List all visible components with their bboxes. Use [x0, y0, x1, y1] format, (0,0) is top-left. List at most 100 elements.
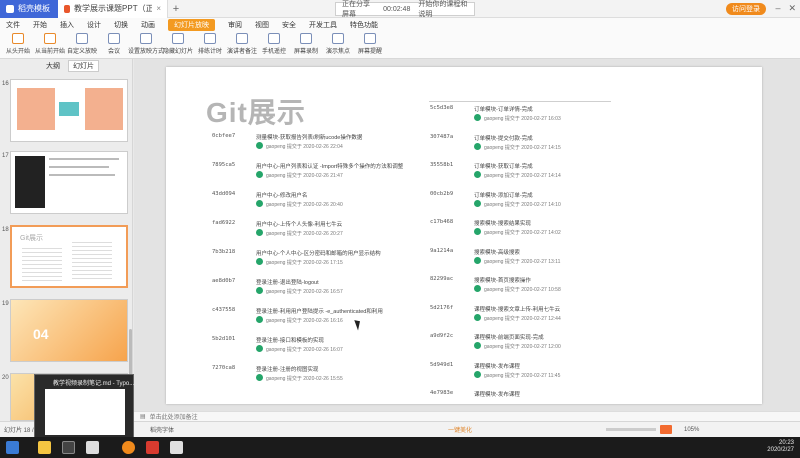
- slide-number: 17: [2, 153, 9, 159]
- commit-item: a9d9f2c 课程模块-前端页面实现-完成 gaopeng 提交于 2020-02…: [430, 331, 630, 361]
- tab-outline[interactable]: 大纲: [46, 61, 60, 71]
- commit-meta: gaopeng 提交于 2020-02-27 12:44: [484, 315, 561, 322]
- commit-hash: 0cbfee7: [212, 133, 236, 139]
- menu-item[interactable]: 切换: [114, 20, 128, 30]
- ribbon-button[interactable]: 排练计时: [194, 31, 226, 55]
- commit-item: 5d949d1 课程模块-发布课程 gaopeng 提交于 2020-02-27 1…: [430, 360, 630, 390]
- menu-item[interactable]: 文件: [6, 20, 20, 30]
- commit-item: 43dd094 用户中心-修改用户名 gaopeng 提交于 2020-02-26 …: [212, 189, 412, 219]
- commit-item: 82299ac 搜索模块-首页搜索操作 gaopeng 提交于 2020-02-27…: [430, 274, 630, 304]
- tab-document-label: 教学展示课题PPT（正文稿）: [74, 4, 153, 13]
- meeting-time: 00:02:48: [383, 5, 411, 13]
- ribbon-button[interactable]: 演示焦点: [322, 31, 354, 55]
- close-tab-icon[interactable]: ×: [156, 4, 161, 13]
- menu-item[interactable]: 开始: [33, 20, 47, 30]
- browser-icon[interactable]: [122, 441, 135, 454]
- menu-item[interactable]: 特色功能: [350, 20, 378, 30]
- commit-item: 00cb2b9 订单模块-添加订单-完成 gaopeng 提交于 2020-02-2…: [430, 189, 630, 219]
- current-slide[interactable]: Git展示 0cbfee7 测量模块-获取报告列表/刷新ucode操作数据 gaop…: [166, 67, 762, 404]
- ribbon-icon: [268, 33, 280, 44]
- commit-item: 5b2d101 登录注册-接口和模板的实现 gaopeng 提交于 2020-02-…: [212, 334, 412, 364]
- menu-item[interactable]: 视图: [255, 20, 269, 30]
- commit-message: 搜索模块-首页搜索操作: [474, 278, 531, 284]
- menu-item[interactable]: 开发工具: [309, 20, 337, 30]
- close-window-icon[interactable]: ✕: [788, 3, 796, 14]
- commit-item: 7270ca8 登录注册-注册的视图实现 gaopeng 提交于 2020-02-2…: [212, 363, 412, 393]
- ribbon-button[interactable]: 从头开始: [2, 31, 34, 55]
- ribbon-button[interactable]: 设置放映方式: [128, 31, 164, 55]
- ribbon-button[interactable]: 隐藏幻灯片: [162, 31, 194, 55]
- commit-item: 5d2176f 课程模块-搜索文章上传-利用七牛云 gaopeng 提交于 2020…: [430, 303, 630, 333]
- ribbon-button[interactable]: 从当前开始: [34, 31, 66, 55]
- commit-meta: gaopeng 提交于 2020-02-26 21:47: [266, 173, 343, 179]
- notes-pane[interactable]: ▤ 单击此处添加备注: [134, 411, 800, 421]
- start-icon[interactable]: [6, 441, 19, 454]
- meeting-action[interactable]: 开始你的课程和说明: [418, 0, 468, 19]
- clock-time: 20:23: [778, 440, 794, 446]
- ribbon-button[interactable]: 自定义放映: [66, 31, 98, 55]
- divider: [429, 101, 611, 102]
- ribbon-button[interactable]: 会议: [98, 31, 130, 55]
- login-button[interactable]: 访问登录: [726, 3, 766, 15]
- beautify-button[interactable]: 一键美化: [448, 425, 472, 434]
- ribbon-button[interactable]: 屏幕提醒: [354, 31, 386, 55]
- menu-item[interactable]: 审阅: [228, 20, 242, 30]
- commit-message: 课程模块-前端页面实现-完成: [474, 335, 544, 341]
- commit-meta: gaopeng 提交于 2020-02-27 14:02: [484, 230, 561, 236]
- minimize-icon[interactable]: –: [775, 3, 780, 14]
- theme-label[interactable]: 稻壳字体: [150, 425, 174, 434]
- tab-slides[interactable]: 幻灯片: [68, 60, 99, 72]
- menu-item[interactable]: 幻灯片放映: [168, 18, 215, 31]
- panel-scrollbar[interactable]: [129, 329, 132, 379]
- commit-meta: gaopeng 提交于 2020-02-27 14:15: [484, 144, 561, 151]
- explorer-icon[interactable]: [38, 441, 51, 454]
- zoom-slider[interactable]: [606, 428, 656, 431]
- commit-hash: 35558b1: [430, 162, 454, 168]
- ribbon-button[interactable]: 演讲者备注: [226, 31, 258, 55]
- commit-item: 7b3b218 用户中心-个人中心-区分密码和邮箱的用户显示结构 gaopeng 提…: [212, 247, 412, 277]
- typora-icon[interactable]: [86, 441, 99, 454]
- commit-item: 307487a 订单模块-提交付款-完成 gaopeng 提交于 2020-02-2…: [430, 132, 630, 162]
- commit-message: 订单模块-添加订单-完成: [474, 192, 533, 199]
- commit-hash: 9a1214a: [430, 247, 454, 254]
- menu-item[interactable]: 动画: [141, 20, 155, 30]
- ribbon-label: 演讲者备注: [226, 49, 257, 55]
- commit-item: 5c5d3e8 订单模块-订单详情-完成 gaopeng 提交于 2020-02-2…: [430, 103, 630, 133]
- menu-item[interactable]: 设计: [87, 20, 101, 30]
- commit-hash: a9d9f2c: [430, 333, 454, 339]
- commit-meta: gaopeng 提交于 2020-02-26 16:57: [266, 289, 343, 295]
- app-icon[interactable]: [62, 441, 75, 454]
- slide-thumbnail-18[interactable]: Git展示: [10, 225, 128, 288]
- taskbar-preview[interactable]: 教学视频录制笔记.md - Typo...: [34, 374, 134, 438]
- ribbon-button[interactable]: 屏幕录制: [290, 31, 322, 55]
- slide-thumbnail-17[interactable]: [10, 151, 128, 214]
- commit-message: 课程模块-发布课程: [474, 392, 520, 398]
- commit-item: c17b468 搜索模块-搜索结果实现 gaopeng 提交于 2020-02-27…: [430, 217, 630, 247]
- tab-home[interactable]: 稻壳模板: [0, 0, 58, 18]
- ribbon-label: 会议: [107, 49, 120, 55]
- zoom-level[interactable]: 105%: [684, 427, 699, 433]
- commit-message: 课程模块-发布课程: [474, 363, 520, 370]
- slide-number: 16: [2, 81, 9, 87]
- ribbon-button[interactable]: 手机遥控: [258, 31, 290, 55]
- slide-thumbnail-19[interactable]: 04: [10, 299, 128, 362]
- avatar-icon: [256, 316, 263, 323]
- play-slideshow-button[interactable]: [660, 425, 672, 434]
- new-tab-button[interactable]: +: [168, 3, 184, 15]
- commit-hash: 43dd094: [212, 191, 236, 197]
- wps-ppt-icon[interactable]: [146, 441, 159, 454]
- menu-item[interactable]: 安全: [282, 20, 296, 30]
- commit-hash: c437558: [212, 307, 236, 313]
- commit-hash: fad6922: [212, 220, 236, 226]
- avatar-icon: [256, 171, 263, 178]
- commit-meta: gaopeng 提交于 2020-02-26 16:07: [266, 347, 343, 353]
- commit-message: 用户中心-个人中心-区分密码和邮箱的用户显示结构: [256, 251, 381, 257]
- slide-thumbnail-16[interactable]: [10, 79, 128, 142]
- chrome-icon[interactable]: [170, 441, 183, 454]
- menu-item[interactable]: 插入: [60, 20, 74, 30]
- tab-document[interactable]: 教学展示课题PPT（正文稿） ×: [58, 0, 168, 18]
- avatar-icon: [256, 142, 263, 149]
- commit-meta: gaopeng 提交于 2020-02-26 16:16: [266, 318, 343, 324]
- commit-item: 7895ca5 用户中心-用户列表和认证 -Import特殊多个操作的方法和调整 g…: [212, 160, 412, 190]
- avatar-icon: [474, 171, 481, 178]
